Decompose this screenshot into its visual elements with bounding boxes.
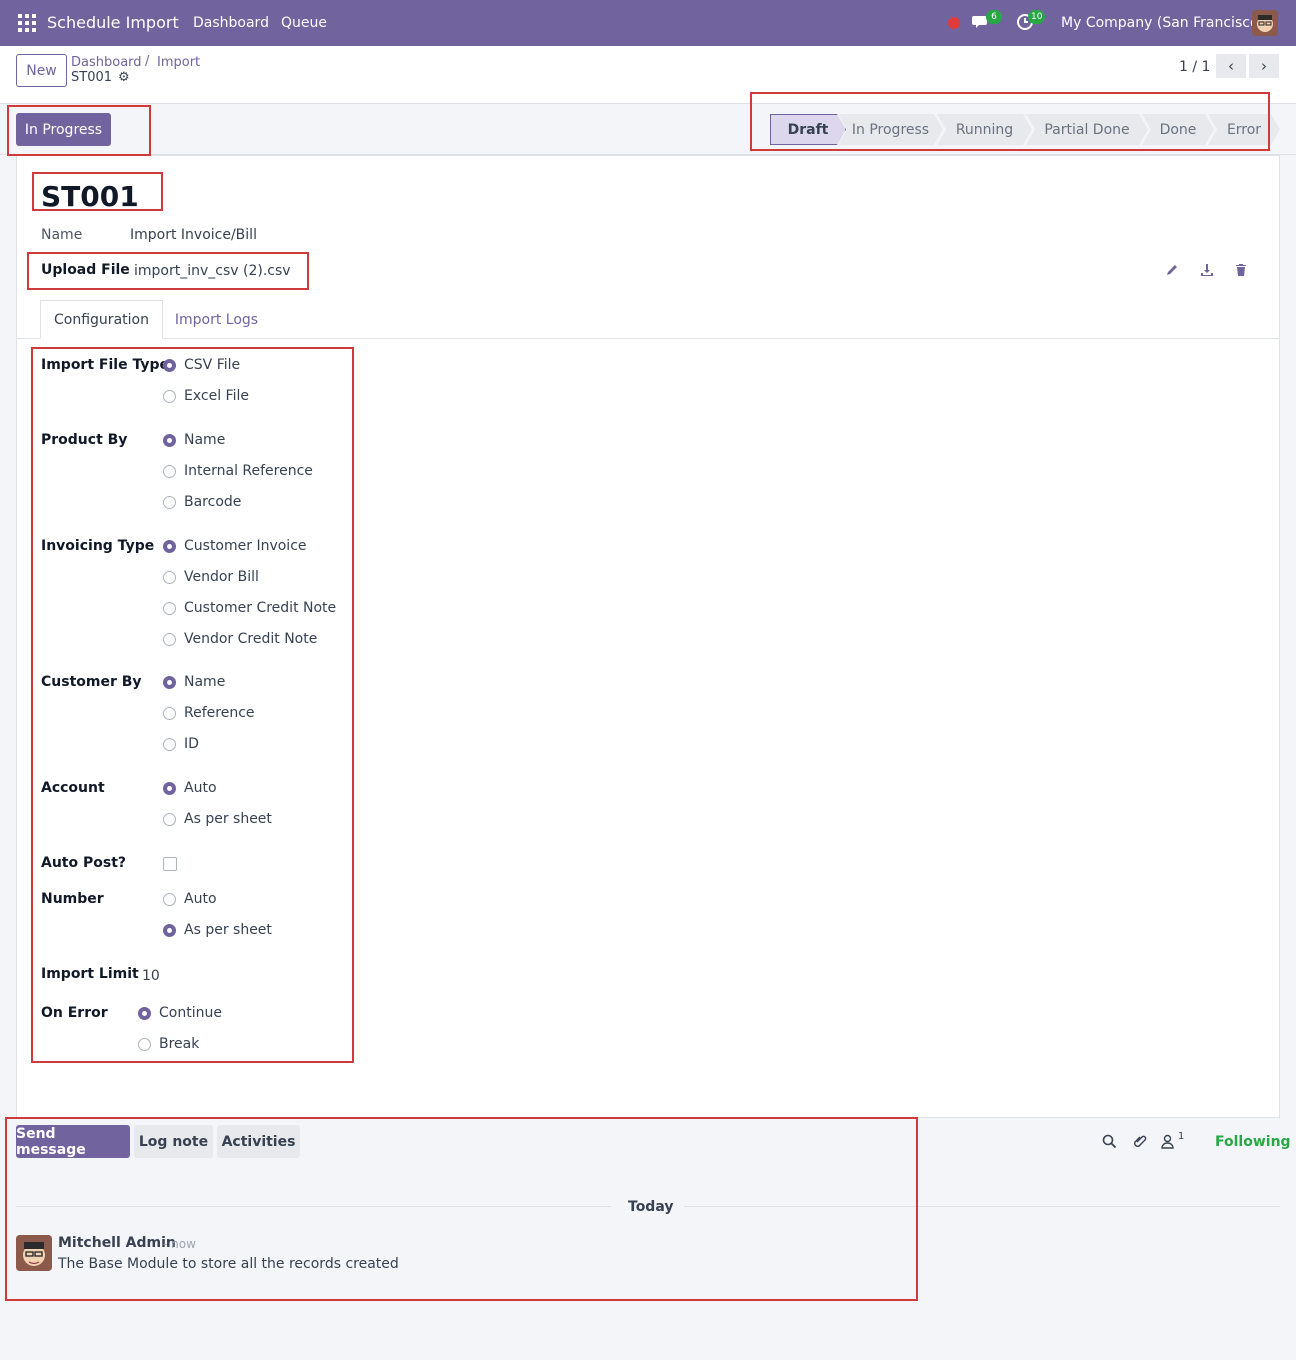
edit-pencil-icon[interactable]: [1165, 263, 1179, 281]
company-switcher[interactable]: My Company (San Francisco): [1061, 15, 1264, 31]
highlight-upload-file: [27, 252, 309, 290]
record-title: ST001: [71, 70, 113, 85]
pager-previous-icon[interactable]: ‹: [1216, 54, 1246, 78]
highlight-configuration: [31, 347, 354, 1063]
pager-value[interactable]: 1 / 1: [1179, 59, 1210, 75]
top-navbar: Schedule Import Dashboard Queue 6 10 My …: [0, 0, 1296, 46]
tab-configuration[interactable]: Configuration: [40, 300, 163, 339]
followers-user-icon[interactable]: [1161, 1134, 1174, 1153]
breadcrumb-import[interactable]: Import: [157, 55, 200, 70]
menu-queue[interactable]: Queue: [281, 15, 327, 31]
search-icon[interactable]: [1102, 1134, 1117, 1153]
app-name[interactable]: Schedule Import: [47, 13, 179, 32]
followers-count: 1: [1178, 1131, 1185, 1142]
menu-dashboard[interactable]: Dashboard: [193, 15, 269, 31]
following-button[interactable]: Following: [1215, 1134, 1291, 1150]
highlight-record-code: [32, 172, 163, 211]
highlight-stage-bar: [750, 92, 1270, 151]
breadcrumb-dashboard[interactable]: Dashboard: [71, 55, 142, 70]
app-grid-icon[interactable]: [18, 14, 36, 32]
new-button[interactable]: New: [16, 54, 67, 87]
user-avatar[interactable]: [1252, 10, 1278, 36]
download-icon[interactable]: [1200, 263, 1214, 281]
gear-icon[interactable]: ⚙: [118, 70, 130, 85]
recording-indicator-icon[interactable]: [948, 17, 960, 29]
breadcrumb-separator: /: [145, 54, 150, 69]
highlight-action-button: [7, 105, 151, 156]
messages-badge: 6: [986, 10, 1002, 24]
tab-import-logs[interactable]: Import Logs: [166, 300, 267, 339]
name-value[interactable]: Import Invoice/Bill: [130, 227, 257, 243]
trash-icon[interactable]: [1234, 263, 1248, 281]
activities-badge: 10: [1028, 10, 1046, 24]
notebook-tabs: Configuration Import Logs: [16, 300, 1280, 339]
paperclip-icon[interactable]: [1133, 1134, 1148, 1153]
name-label: Name: [41, 227, 83, 243]
highlight-chatter: [5, 1117, 918, 1301]
pager-next-icon[interactable]: ›: [1249, 54, 1279, 78]
